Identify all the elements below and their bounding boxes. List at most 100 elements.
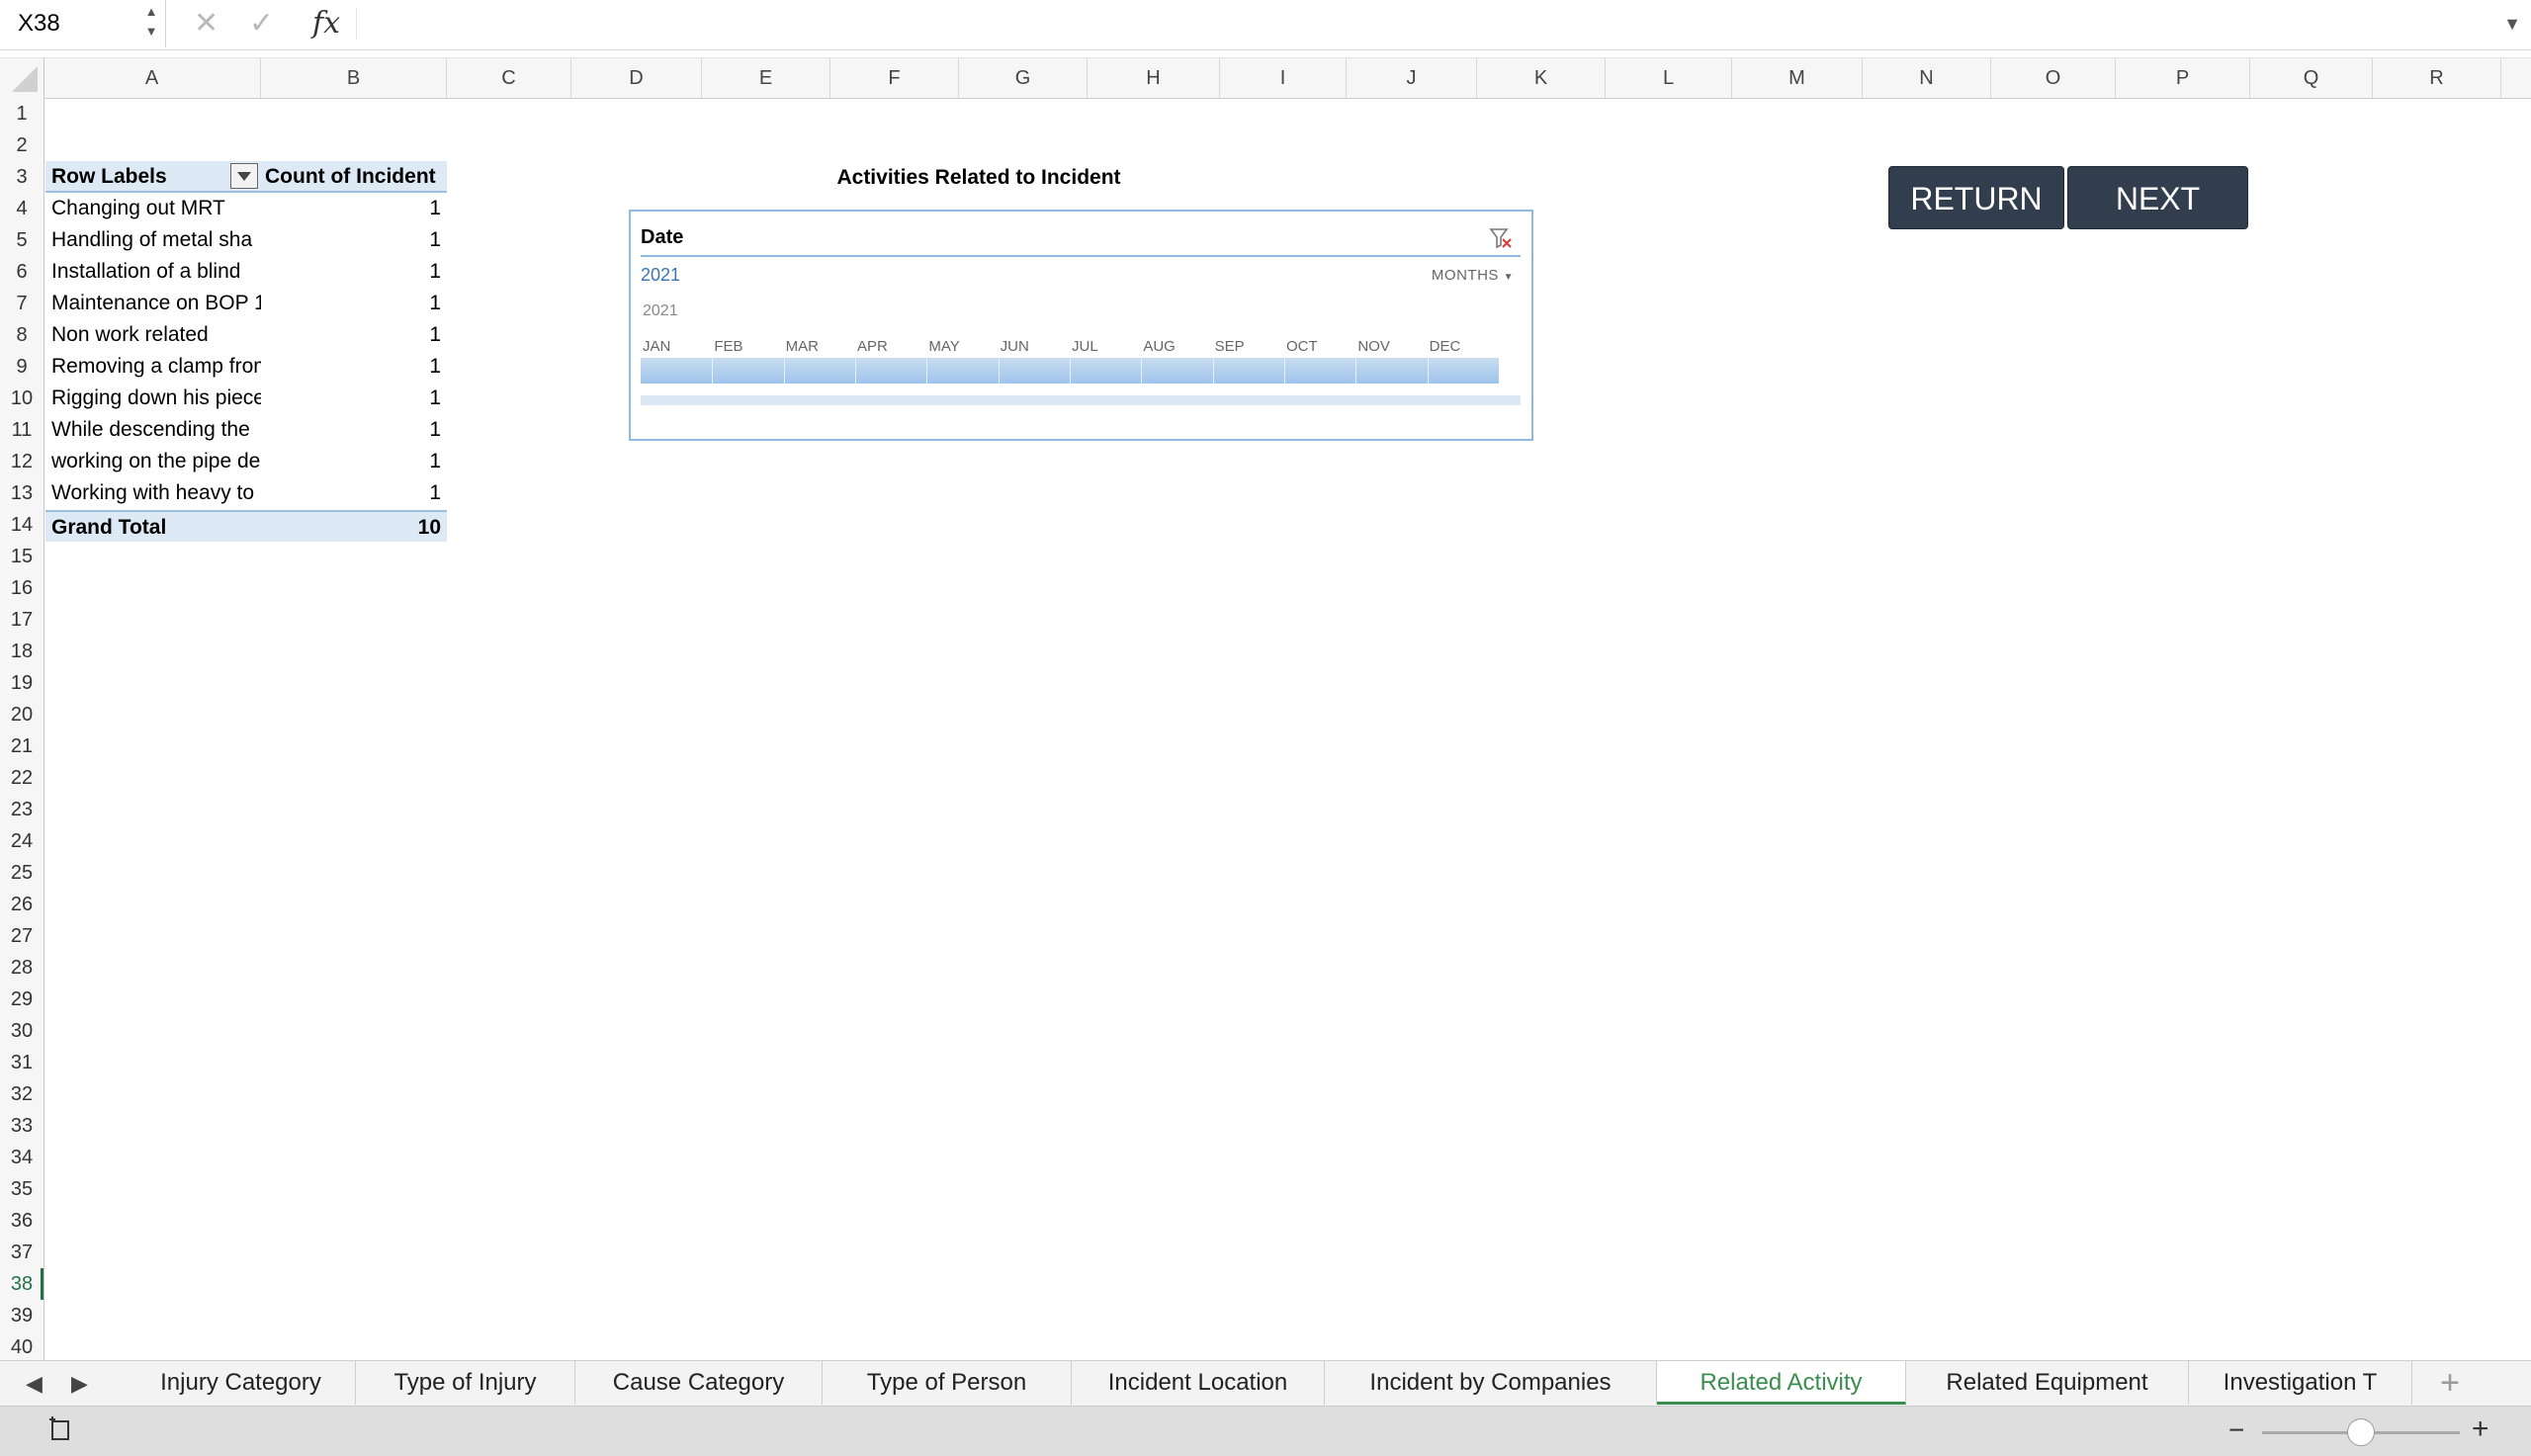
pivot-row-label[interactable]: Non work related: [45, 319, 261, 351]
timeline-month-label[interactable]: DEC: [1430, 338, 1461, 355]
row-header[interactable]: 5: [0, 224, 44, 256]
page-layout-icon[interactable]: [47, 1416, 73, 1442]
row-header[interactable]: 4: [0, 193, 44, 224]
chart-title[interactable]: Activities Related to Incident: [692, 162, 1266, 194]
row-header[interactable]: 7: [0, 288, 44, 319]
row-header[interactable]: 2: [0, 129, 44, 161]
column-header[interactable]: M: [1732, 58, 1863, 98]
column-header[interactable]: J: [1347, 58, 1477, 98]
row-header[interactable]: 18: [0, 636, 44, 667]
sheet-tab[interactable]: Investigation T: [2189, 1361, 2412, 1405]
row-header[interactable]: 14: [0, 509, 44, 541]
row-header[interactable]: 27: [0, 920, 44, 952]
filter-dropdown-button[interactable]: [230, 163, 258, 189]
sheet-tab[interactable]: Type of Person: [823, 1361, 1072, 1405]
add-sheet-icon[interactable]: +: [2420, 1361, 2480, 1405]
timeline-scrollbar[interactable]: [641, 395, 1521, 405]
column-header[interactable]: F: [830, 58, 959, 98]
pivot-row-label[interactable]: Maintenance on BOP 1: [45, 288, 261, 319]
formula-input[interactable]: [356, 8, 2473, 40]
row-header[interactable]: 38: [0, 1268, 44, 1300]
row-header[interactable]: 25: [0, 857, 44, 889]
clear-filter-icon[interactable]: [1489, 227, 1513, 249]
timeline-month-label[interactable]: NOV: [1357, 338, 1390, 355]
column-header[interactable]: A: [44, 58, 261, 98]
name-box-stepper-icon[interactable]: ▲ ▼: [141, 2, 161, 45]
zoom-in-button[interactable]: +: [2472, 1413, 2489, 1446]
timeline-month-label[interactable]: MAR: [786, 338, 819, 355]
pivot-row-label[interactable]: Changing out MRT: [45, 193, 261, 224]
column-header[interactable]: N: [1863, 58, 1991, 98]
next-button[interactable]: NEXT: [2067, 166, 2248, 229]
row-header[interactable]: 11: [0, 414, 44, 446]
return-button[interactable]: RETURN: [1888, 166, 2064, 229]
row-header[interactable]: 1: [0, 98, 44, 129]
row-header[interactable]: 36: [0, 1205, 44, 1237]
column-header[interactable]: D: [571, 58, 702, 98]
row-header[interactable]: 6: [0, 256, 44, 288]
row-header[interactable]: 35: [0, 1173, 44, 1205]
chevron-down-icon[interactable]: ▼: [2503, 0, 2521, 47]
row-header[interactable]: 33: [0, 1110, 44, 1142]
pivot-row-label[interactable]: Rigging down his piece: [45, 383, 261, 414]
column-header[interactable]: C: [447, 58, 571, 98]
row-header[interactable]: 30: [0, 1015, 44, 1047]
pivot-row-value[interactable]: 1: [261, 351, 447, 383]
column-header[interactable]: L: [1606, 58, 1732, 98]
row-header[interactable]: 9: [0, 351, 44, 383]
pivot-grand-total-label[interactable]: Grand Total: [45, 510, 261, 542]
row-header[interactable]: 24: [0, 825, 44, 857]
timeline-month-label[interactable]: JUL: [1072, 338, 1098, 355]
timeline-month-label[interactable]: AUG: [1143, 338, 1176, 355]
row-header[interactable]: 28: [0, 952, 44, 984]
timeline-month-label[interactable]: APR: [857, 338, 888, 355]
row-header[interactable]: 31: [0, 1047, 44, 1078]
column-header[interactable]: R: [2373, 58, 2501, 98]
column-header[interactable]: B: [261, 58, 447, 98]
pivot-row-value[interactable]: 1: [261, 256, 447, 288]
timeline-month-label[interactable]: SEP: [1215, 338, 1245, 355]
pivot-header-row-labels[interactable]: Row Labels: [45, 161, 261, 193]
timeline-month-label[interactable]: JUN: [1001, 338, 1029, 355]
row-header[interactable]: 39: [0, 1300, 44, 1331]
row-header[interactable]: 21: [0, 730, 44, 762]
sheet-tab[interactable]: Injury Category: [127, 1361, 356, 1405]
pivot-row-label[interactable]: Working with heavy to: [45, 477, 261, 509]
pivot-row-value[interactable]: 1: [261, 414, 447, 446]
sheet-tab[interactable]: Type of Injury: [356, 1361, 575, 1405]
column-header[interactable]: G: [959, 58, 1088, 98]
pivot-row-value[interactable]: 1: [261, 288, 447, 319]
column-header[interactable]: E: [702, 58, 830, 98]
cancel-icon[interactable]: ✕: [194, 0, 218, 47]
timeline-month-label[interactable]: MAY: [928, 338, 959, 355]
timeline-month-label[interactable]: FEB: [714, 338, 742, 355]
column-header[interactable]: H: [1088, 58, 1220, 98]
column-header[interactable]: K: [1477, 58, 1606, 98]
zoom-out-button[interactable]: −: [2228, 1414, 2244, 1446]
column-header[interactable]: Q: [2250, 58, 2373, 98]
sheet-tab[interactable]: Cause Category: [575, 1361, 823, 1405]
row-header[interactable]: 3: [0, 161, 44, 193]
row-header[interactable]: 15: [0, 541, 44, 572]
row-header[interactable]: 13: [0, 477, 44, 509]
pivot-row-value[interactable]: 1: [261, 224, 447, 256]
row-header[interactable]: 32: [0, 1078, 44, 1110]
sheet-tab[interactable]: Incident Location: [1072, 1361, 1325, 1405]
row-header[interactable]: 19: [0, 667, 44, 699]
row-header[interactable]: 10: [0, 383, 44, 414]
row-header[interactable]: 12: [0, 446, 44, 477]
check-icon[interactable]: ✓: [249, 0, 274, 47]
pivot-row-value[interactable]: 1: [261, 477, 447, 509]
pivot-grand-total-value[interactable]: 10: [261, 510, 447, 542]
pivot-row-label[interactable]: While descending the: [45, 414, 261, 446]
row-header[interactable]: 22: [0, 762, 44, 794]
pivot-row-label[interactable]: working on the pipe de: [45, 446, 261, 477]
scroll-tabs-right-icon[interactable]: ▶: [71, 1361, 88, 1407]
row-header[interactable]: 23: [0, 794, 44, 825]
column-header[interactable]: O: [1991, 58, 2116, 98]
sheet-tab[interactable]: Related Activity: [1657, 1361, 1906, 1405]
column-header[interactable]: P: [2116, 58, 2250, 98]
pivot-row-value[interactable]: 1: [261, 383, 447, 414]
sheet-tab[interactable]: Related Equipment: [1906, 1361, 2189, 1405]
row-header[interactable]: 8: [0, 319, 44, 351]
